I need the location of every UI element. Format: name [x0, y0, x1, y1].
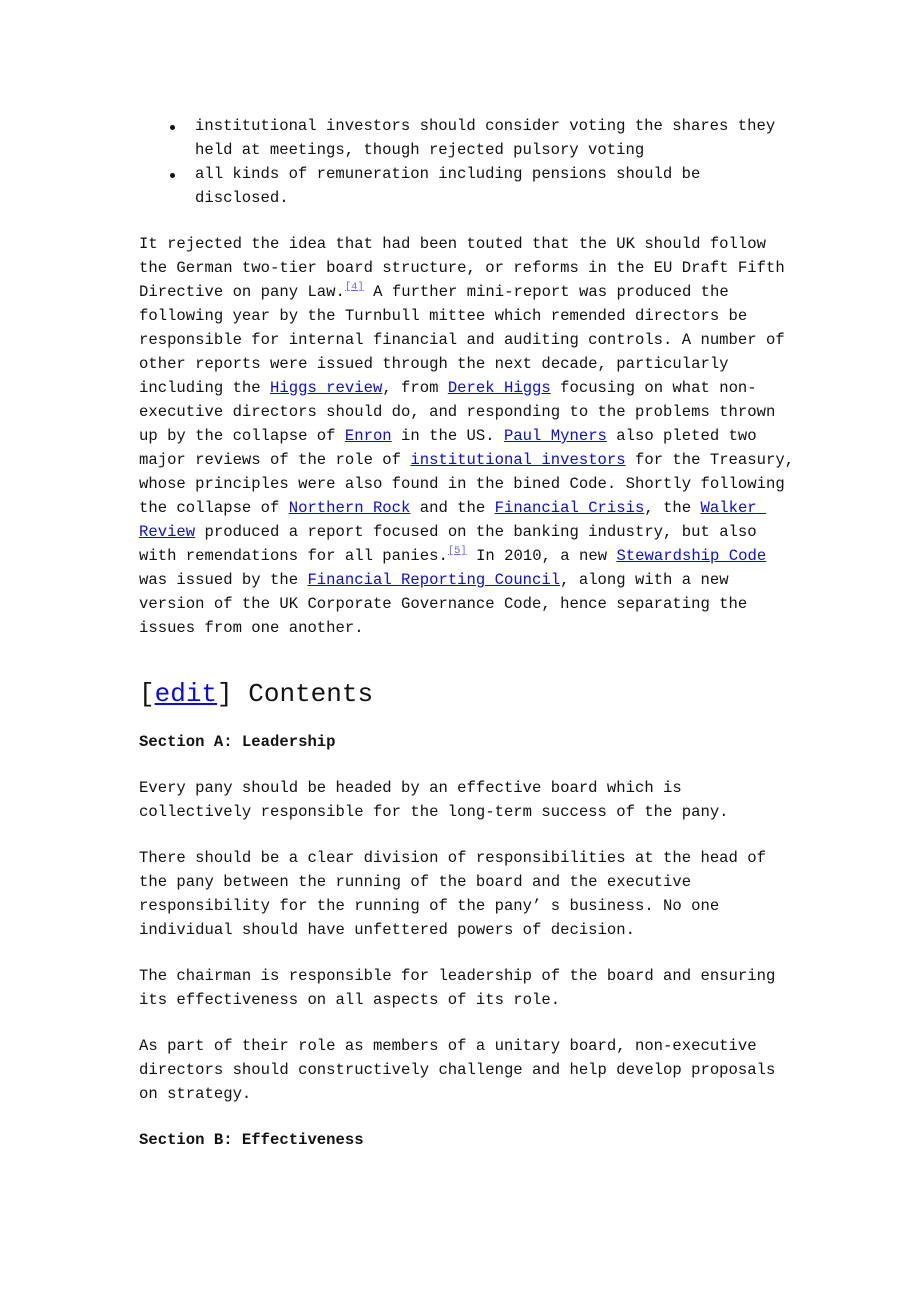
bracket: ] [217, 679, 233, 709]
citation-4[interactable]: [4] [345, 281, 364, 293]
list-item: institutional investors should consider … [139, 114, 799, 162]
bullet-icon [170, 125, 175, 130]
link-paul-myners[interactable]: Paul Myners [504, 427, 607, 445]
recommendations-list: institutional investors should consider … [139, 114, 799, 210]
link-financial-crisis[interactable]: Financial Crisis [495, 499, 645, 517]
section-a-paragraph: Every pany should be headed by an effect… [139, 779, 729, 821]
list-item-text: all kinds of remuneration including pens… [195, 165, 701, 207]
section-a-paragraph: As part of their role as members of a un… [139, 1037, 785, 1103]
article-body: institutional investors should consider … [139, 114, 799, 1152]
edit-section-link[interactable]: edit [155, 679, 217, 709]
citation-link[interactable]: [5] [448, 545, 467, 557]
section-heading-contents: [edit] Contents [139, 676, 799, 712]
citation-5[interactable]: [5] [448, 545, 467, 557]
link-enron[interactable]: Enron [345, 427, 392, 445]
list-item: all kinds of remuneration including pens… [139, 162, 799, 210]
text-run: in the US. [391, 427, 504, 445]
section-title: Contents [232, 679, 374, 709]
link-higgs-review[interactable]: Higgs review [270, 379, 382, 397]
bullet-icon [170, 173, 175, 178]
list-item-text: institutional investors should consider … [195, 117, 776, 159]
bracket: [ [139, 679, 155, 709]
text-run: and the [410, 499, 495, 517]
section-a-title: Section A: Leadership [139, 733, 336, 751]
history-paragraph: It rejected the idea that had been toute… [139, 232, 799, 640]
link-northern-rock[interactable]: Northern Rock [289, 499, 411, 517]
section-a-paragraph: The chairman is responsible for leadersh… [139, 967, 785, 1009]
section-a-paragraph: There should be a clear division of resp… [139, 849, 776, 939]
link-financial-reporting-council[interactable]: Financial Reporting Council [307, 571, 560, 589]
text-run: In 2010, a new [466, 547, 617, 565]
link-stewardship-code[interactable]: Stewardship Code [616, 547, 766, 565]
link-institutional-investors[interactable]: institutional investors [410, 451, 625, 469]
link-derek-higgs[interactable]: Derek Higgs [448, 379, 551, 397]
section-b-title: Section B: Effectiveness [139, 1131, 364, 1149]
text-run: , from [382, 379, 448, 397]
citation-link[interactable]: [4] [345, 281, 364, 293]
text-run: , the [644, 499, 701, 517]
